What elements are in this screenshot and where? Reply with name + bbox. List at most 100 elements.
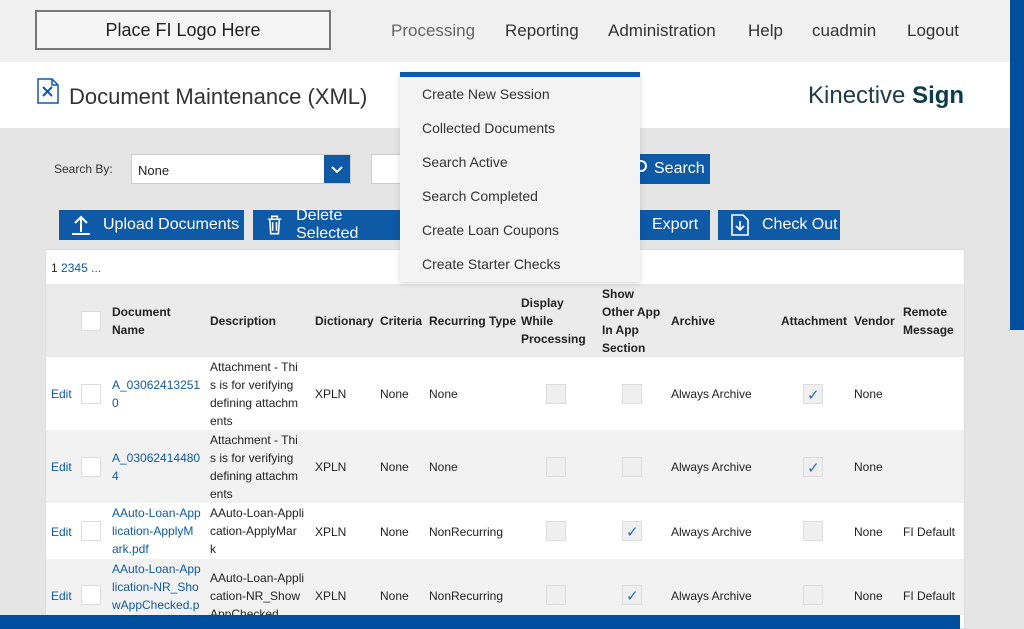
attachment-checkbox: [803, 521, 823, 541]
archive-cell: Always Archive: [671, 589, 752, 603]
nav-help[interactable]: Help: [748, 0, 783, 62]
search-by-label: Search By:: [54, 162, 113, 176]
check-out-button[interactable]: Check Out: [718, 210, 840, 240]
delete-selected-button[interactable]: Delete Selected: [253, 207, 405, 242]
download-document-icon: [731, 214, 749, 236]
th-dictionary[interactable]: Dictionary: [315, 312, 374, 330]
page-link[interactable]: 5: [81, 261, 88, 275]
row-select-checkbox[interactable]: [81, 457, 101, 477]
table-header: Document Name Description Dictionary Crit…: [46, 284, 964, 357]
vendor-cell: None: [854, 460, 883, 474]
processing-dropdown-menu: Create New Session Collected Documents S…: [400, 72, 640, 282]
dictionary-cell: XPLN: [315, 460, 347, 474]
vendor-cell: None: [854, 525, 883, 539]
select-all-checkbox[interactable]: [81, 311, 101, 331]
upload-documents-button[interactable]: Upload Documents: [59, 210, 244, 240]
logo-text: Place FI Logo Here: [105, 19, 261, 40]
upload-icon: [72, 215, 90, 235]
document-tools-icon: [37, 78, 59, 104]
th-display-while-processing[interactable]: Display While Processing: [521, 294, 586, 348]
show-other-app-checkbox: ✓: [622, 585, 642, 605]
checkmark-icon: ✓: [807, 460, 820, 477]
description-cell: Attachment - Thi s is for verifying defini…: [210, 433, 299, 501]
th-attachment[interactable]: Attachment: [781, 312, 847, 330]
recurring-cell: NonRecurring: [429, 525, 504, 539]
recurring-cell: None: [429, 387, 458, 401]
th-archive[interactable]: Archive: [671, 312, 715, 330]
brand-logo: Kinective Sign: [808, 82, 965, 109]
display-processing-checkbox: [546, 585, 566, 605]
attachment-checkbox: [803, 585, 823, 605]
attachment-checkbox: ✓: [803, 457, 823, 477]
search-by-select[interactable]: None: [131, 154, 351, 184]
edit-link[interactable]: Edit: [51, 523, 72, 541]
row-select-checkbox[interactable]: [81, 585, 101, 605]
page-more[interactable]: ...: [91, 261, 101, 275]
document-name-link[interactable]: AAuto-Loan-App lication-NR_Sho wAppChecked…: [112, 560, 201, 614]
archive-cell: Always Archive: [671, 387, 752, 401]
recurring-cell: NonRecurring: [429, 589, 504, 603]
checkmark-icon: ✓: [626, 524, 639, 541]
dictionary-cell: XPLN: [315, 589, 347, 603]
show-other-app-checkbox: [622, 457, 642, 477]
vendor-cell: None: [854, 387, 883, 401]
table-row: Edit A_03062414480 4 Attachment - Thi s is…: [46, 430, 964, 503]
th-recurring-type[interactable]: Recurring Type: [429, 312, 516, 330]
archive-cell: Always Archive: [671, 525, 752, 539]
display-processing-checkbox: [546, 384, 566, 404]
nav-user[interactable]: cuadmin: [812, 0, 876, 62]
th-document-name[interactable]: Document Name: [112, 303, 171, 339]
vendor-cell: None: [854, 589, 883, 603]
th-vendor[interactable]: Vendor: [854, 312, 895, 330]
description-cell: Attachment - Thi s is for verifying defini…: [210, 360, 299, 428]
archive-cell: Always Archive: [671, 460, 752, 474]
nav-logout[interactable]: Logout: [907, 0, 959, 62]
nav-reporting[interactable]: Reporting: [505, 0, 579, 62]
menu-item-search-active[interactable]: Search Active: [422, 154, 508, 170]
row-select-checkbox[interactable]: [81, 521, 101, 541]
attachment-checkbox: ✓: [803, 384, 823, 404]
document-name-link[interactable]: AAuto-Loan-App lication-ApplyM ark.pdf: [112, 504, 201, 558]
th-show-other-app[interactable]: Show Other App In App Section: [602, 285, 660, 357]
edit-link[interactable]: Edit: [51, 587, 72, 605]
criteria-cell: None: [380, 525, 409, 539]
dictionary-cell: XPLN: [315, 525, 347, 539]
criteria-cell: None: [380, 387, 409, 401]
th-description[interactable]: Description: [210, 312, 276, 330]
menu-item-create-loan-coupons[interactable]: Create Loan Coupons: [422, 222, 559, 238]
search-by-value: None: [138, 163, 170, 178]
table-row: Edit A_03062413251 0 Attachment - Thi s is…: [46, 357, 964, 430]
th-remote-message[interactable]: Remote Message: [903, 303, 954, 339]
export-button[interactable]: Export: [628, 210, 710, 240]
display-processing-checkbox: [546, 457, 566, 477]
menu-item-create-starter-checks[interactable]: Create Starter Checks: [422, 256, 561, 272]
bottom-scroll-bar[interactable]: [0, 615, 960, 629]
page-link[interactable]: 2: [61, 261, 68, 275]
row-select-checkbox[interactable]: [81, 384, 101, 404]
trash-icon: [267, 215, 282, 235]
nav-processing[interactable]: Processing: [391, 0, 475, 62]
chevron-down-icon[interactable]: [324, 155, 350, 183]
page-title: Document Maintenance (XML): [69, 84, 368, 109]
menu-item-create-new-session[interactable]: Create New Session: [422, 86, 550, 102]
th-criteria[interactable]: Criteria: [380, 312, 422, 330]
description-cell: AAuto-Loan-Appli cation-ApplyMar k: [210, 506, 305, 556]
edit-link[interactable]: Edit: [51, 458, 72, 476]
description-cell: AAuto-Loan-Appli cation-NR_Show AppChecked: [210, 571, 305, 615]
dictionary-cell: XPLN: [315, 387, 347, 401]
edit-link[interactable]: Edit: [51, 385, 72, 403]
menu-item-collected-documents[interactable]: Collected Documents: [422, 120, 555, 136]
checkmark-icon: ✓: [807, 387, 820, 404]
remote-message-cell: FI Default: [903, 589, 956, 603]
table-row: Edit AAuto-Loan-App lication-ApplyM ark.pd…: [46, 503, 964, 559]
document-name-link[interactable]: A_03062413251 0: [112, 376, 200, 412]
show-other-app-checkbox: ✓: [622, 521, 642, 541]
menu-item-search-completed[interactable]: Search Completed: [422, 188, 538, 204]
fi-logo-placeholder[interactable]: Place FI Logo Here: [35, 10, 331, 50]
page-current: 1: [51, 261, 58, 275]
pagination: 1 2345 ...: [51, 261, 101, 275]
document-name-link[interactable]: A_03062414480 4: [112, 449, 200, 485]
table-row: Edit AAuto-Loan-App lication-NR_Sho wAppCh…: [46, 559, 964, 615]
nav-administration[interactable]: Administration: [608, 0, 716, 62]
criteria-cell: None: [380, 589, 409, 603]
